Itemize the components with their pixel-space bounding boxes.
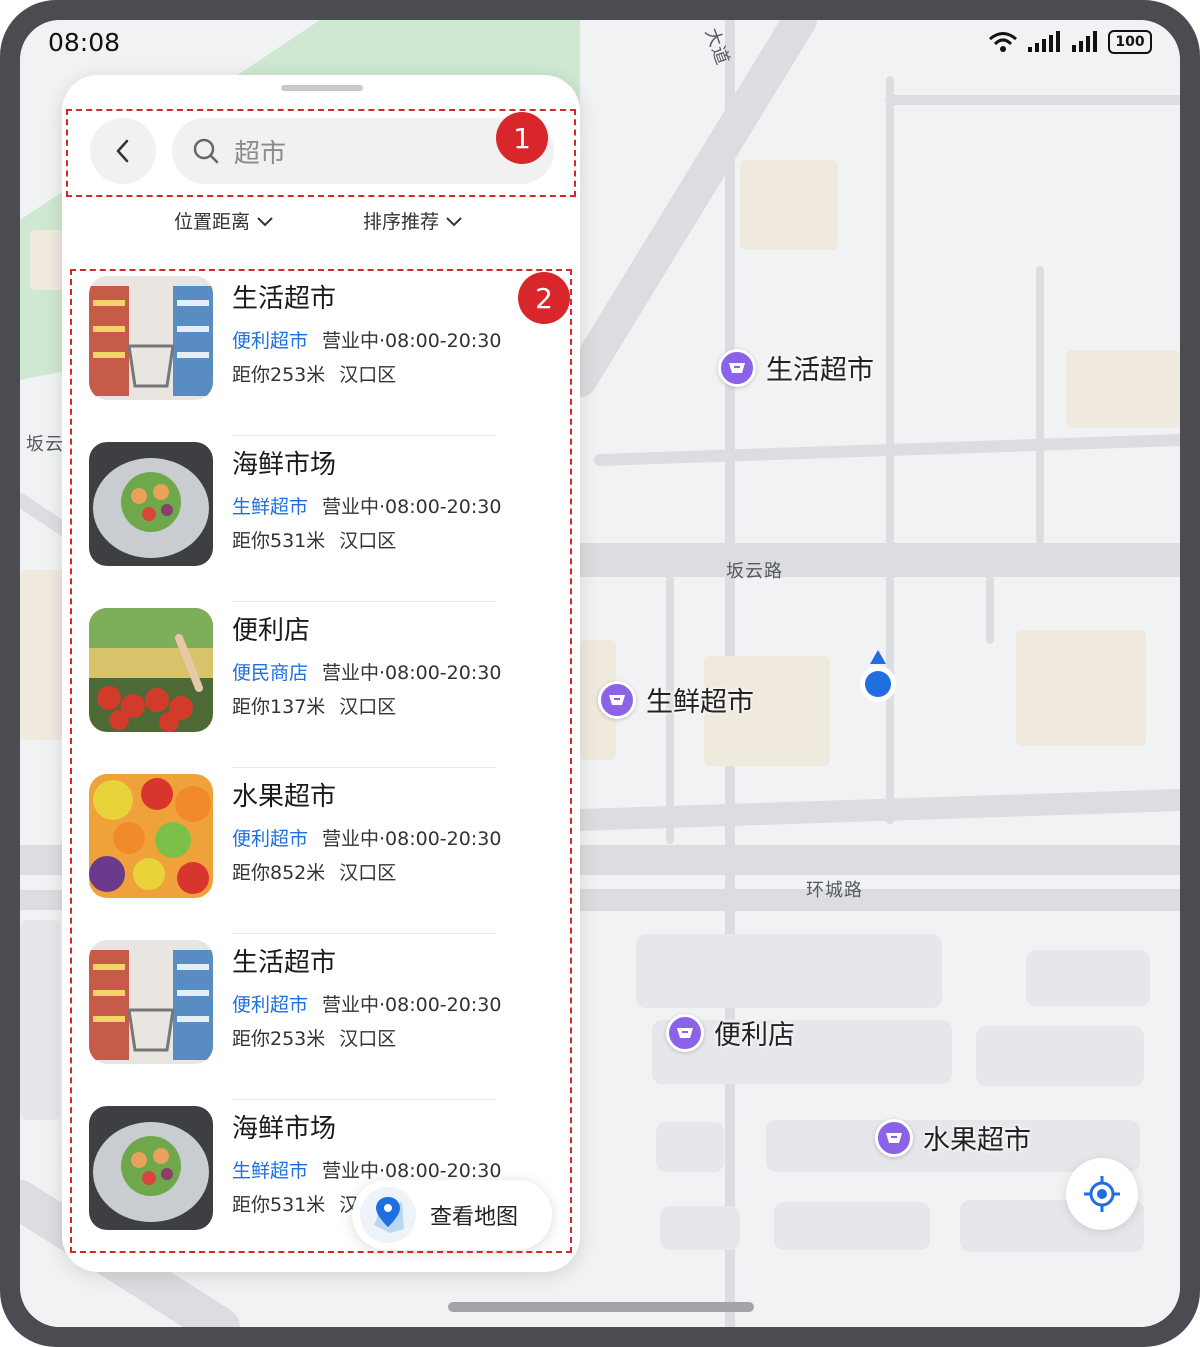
crosshair-icon xyxy=(1084,1176,1120,1212)
chevron-down-icon xyxy=(446,216,462,226)
signal-icon xyxy=(1028,31,1060,52)
wifi-icon xyxy=(989,32,1017,52)
poi-label: 水果超市 xyxy=(923,1125,1031,1156)
annotation-box xyxy=(70,269,572,1253)
road-label: 坂云路 xyxy=(726,561,783,582)
map-poi[interactable]: 便利店 xyxy=(666,1013,795,1052)
road-label: 坂云 xyxy=(26,434,64,455)
annotation-badge: 2 xyxy=(518,272,570,324)
drag-handle[interactable] xyxy=(281,85,363,91)
status-icons: 100 xyxy=(988,30,1152,54)
battery-indicator: 100 xyxy=(1108,30,1152,54)
chevron-down-icon xyxy=(257,216,273,226)
map-poi[interactable]: 生活超市 xyxy=(718,348,874,387)
shopping-basket-icon xyxy=(666,1013,704,1052)
shopping-basket-icon xyxy=(718,348,756,387)
poi-label: 生鲜超市 xyxy=(646,687,754,718)
device-frame: 大道 坂云 坂云路 环城路 生活超市 生鲜超市 便利店 水果超市 08:08 1… xyxy=(0,0,1200,1347)
road-label: 环城路 xyxy=(806,880,863,901)
map-poi[interactable]: 生鲜超市 xyxy=(598,680,754,719)
shopping-basket-icon xyxy=(875,1118,913,1157)
user-location-icon xyxy=(860,650,896,702)
screen: 大道 坂云 坂云路 环城路 生活超市 生鲜超市 便利店 水果超市 08:08 1… xyxy=(20,20,1180,1327)
status-time: 08:08 xyxy=(48,28,121,57)
annotation-badge: 1 xyxy=(496,112,548,164)
locate-me-button[interactable] xyxy=(1066,1158,1138,1230)
filter-label: 排序推荐 xyxy=(363,211,440,233)
home-indicator[interactable] xyxy=(448,1302,754,1312)
annotation-box xyxy=(66,109,576,197)
poi-label: 生活超市 xyxy=(766,355,874,386)
signal-icon xyxy=(1072,31,1097,52)
filter-sort[interactable]: 排序推荐 xyxy=(363,207,463,234)
shopping-basket-icon xyxy=(598,680,636,719)
map-poi[interactable]: 水果超市 xyxy=(875,1118,1031,1157)
filter-label: 位置距离 xyxy=(174,211,251,233)
filter-distance[interactable]: 位置距离 xyxy=(174,207,274,234)
poi-label: 便利店 xyxy=(714,1020,795,1051)
